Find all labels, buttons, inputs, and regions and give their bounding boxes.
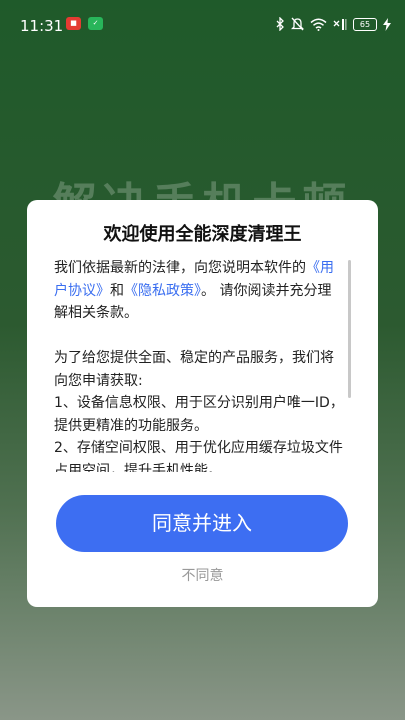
no-sim-icon — [333, 18, 347, 30]
permission-item-storage: 2、存储空间权限、用于优化应用缓存垃圾文件占用空间，提升手机性能。 — [54, 440, 343, 472]
dialog-title: 欢迎使用全能深度清理王 — [103, 224, 302, 245]
red-app-icon: ■ — [66, 17, 81, 30]
charging-icon — [383, 17, 391, 31]
permission-item-device: 1、设备信息权限、用于区分识别用户唯一ID，提供更精准的功能服务。 — [54, 395, 344, 434]
status-time: 11:31 — [20, 17, 64, 35]
bluetooth-icon — [276, 17, 284, 31]
privacy-policy-link[interactable]: 《隐私政策》 — [124, 283, 201, 299]
wifi-icon — [310, 18, 327, 31]
dialog-body[interactable]: 我们依据最新的法律，向您说明本软件的《用户协议》和《隐私政策》。 请你阅读并充分… — [54, 257, 344, 472]
status-bar: 11:31 ■ ✓ 65 — [0, 0, 405, 50]
permissions-paragraph: 为了给您提供全面、稳定的产品服务，我们将向您申请获取: — [54, 350, 334, 389]
intro-paragraph: 我们依据最新的法律，向您说明本软件的《用户协议》和《隐私政策》。 请你阅读并充分… — [54, 257, 344, 325]
mute-icon — [291, 17, 304, 31]
disagree-button[interactable]: 不同意 — [27, 565, 378, 585]
privacy-dialog: 欢迎使用全能深度清理王 我们依据最新的法律，向您说明本软件的《用户协议》和《隐私… — [27, 200, 378, 607]
intro-line: 我们依据最新的法律，向您说明本软件的 — [54, 260, 306, 276]
agree-button[interactable]: 同意并进入 — [56, 495, 348, 552]
battery-icon: 65 — [353, 17, 377, 31]
green-shield-app-icon: ✓ — [88, 17, 103, 30]
and-text: 和 — [110, 282, 124, 299]
dialog-scrollbar[interactable] — [348, 260, 351, 398]
